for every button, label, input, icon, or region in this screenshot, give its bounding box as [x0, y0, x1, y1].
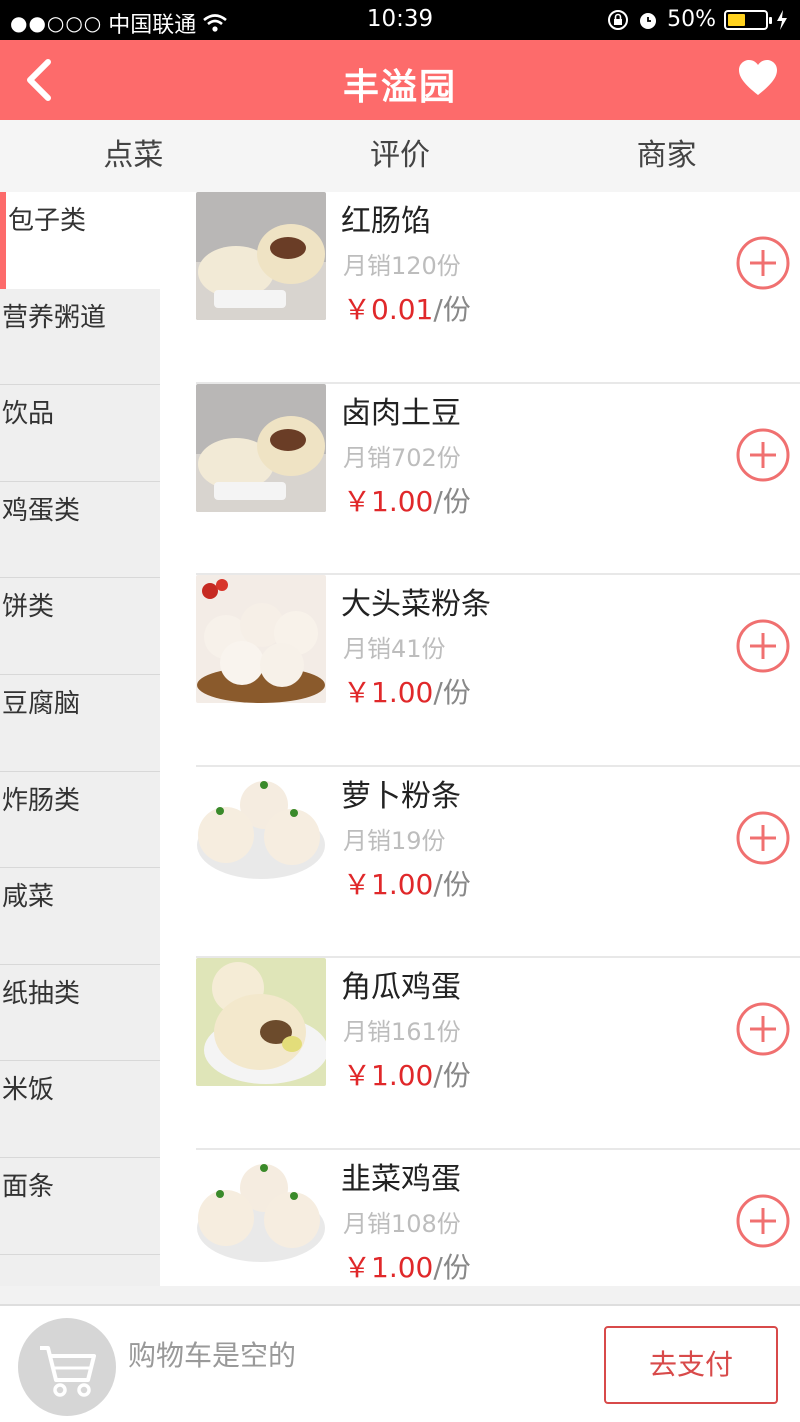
price-value: ￥1.00: [343, 676, 434, 709]
cart-status: 购物车是空的: [128, 1339, 297, 1372]
product-image: [196, 192, 326, 320]
product-image: [196, 1149, 326, 1278]
category-label: 咸菜: [2, 882, 55, 913]
product-item[interactable]: 韭菜鸡蛋 月销108份 ￥1.00/份: [160, 1149, 800, 1287]
price-value: ￥1.00: [343, 1059, 434, 1092]
price-value: ￥1.00: [343, 867, 434, 901]
cart-bar: 购物车是空的 去支付: [0, 1304, 800, 1422]
product-name: 红肠馅: [341, 204, 431, 239]
battery-percent: 50%: [667, 7, 716, 32]
product-image: [196, 383, 326, 512]
product-price: ￥1.00/份: [343, 863, 471, 903]
product-item[interactable]: 大头菜粉条 月销41份 ￥1.00/份: [160, 575, 800, 767]
page-title: 丰溢园: [342, 67, 457, 108]
category-label: 鸡蛋类: [2, 495, 81, 526]
add-to-cart-icon[interactable]: [736, 619, 790, 673]
category-label: 米饭: [2, 1075, 55, 1106]
tab-order[interactable]: 点菜: [0, 120, 267, 192]
price-unit: /份: [433, 676, 471, 709]
category-label: 炸肠类: [2, 785, 81, 816]
price-value: ￥0.01: [343, 293, 434, 326]
product-name: 卤肉土豆: [341, 395, 461, 431]
category-label: 豆腐脑: [2, 688, 81, 719]
category-porridge[interactable]: 营养粥道: [0, 289, 160, 386]
cart-button[interactable]: [18, 1318, 116, 1416]
price-unit: /份: [433, 867, 471, 901]
add-to-cart-icon[interactable]: [736, 1002, 790, 1056]
category-tissues[interactable]: 纸抽类: [0, 965, 160, 1062]
rotation-lock-icon: [608, 9, 629, 30]
product-price: ￥1.00/份: [343, 480, 471, 520]
category-tofu-pudding[interactable]: 豆腐脑: [0, 675, 160, 772]
product-price: ￥0.01/份: [343, 288, 471, 328]
add-to-cart-icon[interactable]: [736, 811, 790, 865]
tab-reviews[interactable]: 评价: [267, 120, 534, 192]
product-sales: 月销702份: [343, 443, 461, 472]
category-eggs[interactable]: 鸡蛋类: [0, 482, 160, 579]
category-label: 营养粥道: [2, 302, 107, 333]
alarm-icon: [640, 12, 657, 29]
category-pancakes[interactable]: 饼类: [0, 578, 160, 675]
category-noodles[interactable]: 面条: [0, 1158, 160, 1255]
product-item[interactable]: 红肠馅 月销120份 ￥0.01/份: [160, 192, 800, 384]
product-price: ￥1.00/份: [343, 1054, 471, 1094]
price-unit: /份: [433, 484, 471, 518]
product-item[interactable]: 角瓜鸡蛋 月销161份 ￥1.00/份: [160, 958, 800, 1150]
category-baozi[interactable]: 包子类: [0, 192, 160, 289]
category-sidebar: 包子类 营养粥道 饮品 鸡蛋类 饼类 豆腐脑 炸肠类 咸菜 纸抽类 米饭 面条: [0, 192, 160, 1286]
battery-icon: [724, 9, 772, 30]
add-to-cart-icon[interactable]: [736, 1194, 790, 1248]
product-sales: 月销41份: [343, 635, 446, 663]
product-image: [196, 575, 326, 703]
category-label: 包子类: [8, 206, 87, 236]
checkout-button[interactable]: 去支付: [604, 1326, 778, 1404]
product-name: 萝卜粉条: [341, 778, 461, 814]
product-image: [196, 958, 326, 1086]
price-value: ￥1.00: [343, 484, 434, 518]
nav-bar: 丰溢园: [0, 40, 800, 120]
heart-icon: [739, 60, 777, 95]
product-sales: 月销120份: [343, 252, 461, 280]
price-unit: /份: [433, 1250, 471, 1284]
product-sales: 月销161份: [343, 1018, 461, 1046]
charging-icon: [777, 9, 787, 30]
category-drinks[interactable]: 饮品: [0, 385, 160, 482]
product-price: ￥1.00/份: [343, 671, 471, 711]
add-to-cart-icon[interactable]: [736, 236, 790, 290]
product-sales: 月销108份: [343, 1209, 461, 1238]
shopping-cart-icon: [40, 1346, 96, 1397]
add-to-cart-icon[interactable]: [736, 428, 790, 482]
price-value: ￥1.00: [343, 1250, 434, 1284]
product-sales: 月销19份: [343, 826, 446, 855]
product-image: [196, 766, 326, 895]
favorite-button[interactable]: [736, 56, 780, 100]
status-bar: ●●○○○ 中国联通 10:39 50%: [0, 0, 800, 40]
product-price: ￥1.00/份: [343, 1246, 471, 1286]
category-label: 纸抽类: [2, 978, 81, 1009]
price-unit: /份: [433, 293, 471, 326]
category-label: 面条: [2, 1171, 55, 1202]
product-list: 红肠馅 月销120份 ￥0.01/份 卤肉土豆 月销702份 ￥1.00/份 大…: [160, 192, 800, 1286]
category-label: 饼类: [2, 592, 55, 623]
tab-bar: 点菜 评价 商家: [0, 120, 800, 192]
category-rice[interactable]: 米饭: [0, 1061, 160, 1158]
category-pickles[interactable]: 咸菜: [0, 868, 160, 965]
category-fried-sausage[interactable]: 炸肠类: [0, 772, 160, 869]
product-name: 角瓜鸡蛋: [341, 970, 461, 1005]
product-item[interactable]: 卤肉土豆 月销702份 ￥1.00/份: [160, 383, 800, 575]
product-name: 大头菜粉条: [341, 587, 491, 622]
category-label: 饮品: [2, 399, 55, 430]
price-unit: /份: [433, 1059, 471, 1092]
product-name: 韭菜鸡蛋: [341, 1161, 461, 1197]
product-item[interactable]: 萝卜粉条 月销19份 ￥1.00/份: [160, 766, 800, 958]
tab-merchant[interactable]: 商家: [533, 120, 800, 192]
